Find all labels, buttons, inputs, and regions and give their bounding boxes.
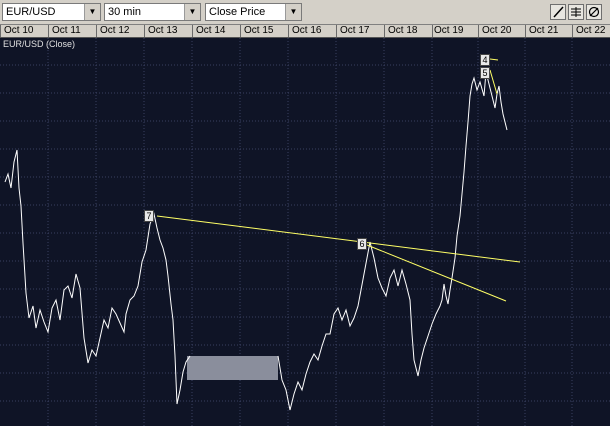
date-label: Oct 17 — [340, 25, 370, 36]
trend-marker[interactable]: 4 — [480, 54, 490, 66]
date-label: Oct 18 — [388, 25, 418, 36]
date-label: Oct 15 — [244, 25, 274, 36]
price-chart[interactable] — [0, 38, 610, 426]
date-label: Oct 20 — [482, 25, 512, 36]
trend-marker[interactable]: 5 — [480, 67, 490, 79]
date-label: Oct 21 — [529, 25, 559, 36]
no-draw-icon[interactable] — [586, 4, 602, 20]
chevron-down-icon[interactable]: ▼ — [285, 4, 301, 20]
symbol-value: EUR/USD — [6, 6, 56, 18]
interval-select[interactable]: 30 min ▼ — [104, 3, 201, 21]
trend-marker[interactable]: 7 — [144, 210, 154, 222]
date-label: Oct 13 — [148, 25, 178, 36]
grid-icon[interactable] — [568, 4, 584, 20]
price-type-value: Close Price — [209, 6, 266, 18]
time-axis: Oct 10 Oct 11 Oct 12 Oct 13 Oct 14 Oct 1… — [0, 25, 610, 38]
interval-value: 30 min — [108, 6, 142, 18]
date-label: Oct 11 — [52, 25, 81, 36]
toolbar: EUR/USD ▼ 30 min ▼ Close Price ▼ — [0, 0, 610, 25]
chevron-down-icon[interactable]: ▼ — [184, 4, 200, 20]
price-type-select[interactable]: Close Price ▼ — [205, 3, 302, 21]
symbol-select[interactable]: EUR/USD ▼ — [2, 3, 101, 21]
trend-marker[interactable]: 6 — [357, 238, 367, 250]
date-label: Oct 12 — [100, 25, 130, 36]
chevron-down-icon[interactable]: ▼ — [84, 4, 100, 20]
date-label: Oct 19 — [434, 25, 464, 36]
date-label: Oct 16 — [292, 25, 322, 36]
date-label: Oct 14 — [196, 25, 226, 36]
date-label: Oct 22 — [576, 25, 606, 36]
series-label: EUR/USD (Close) — [3, 39, 76, 49]
date-label: Oct 10 — [4, 25, 34, 36]
pencil-line-icon[interactable] — [550, 4, 566, 20]
gap-region — [187, 356, 278, 380]
